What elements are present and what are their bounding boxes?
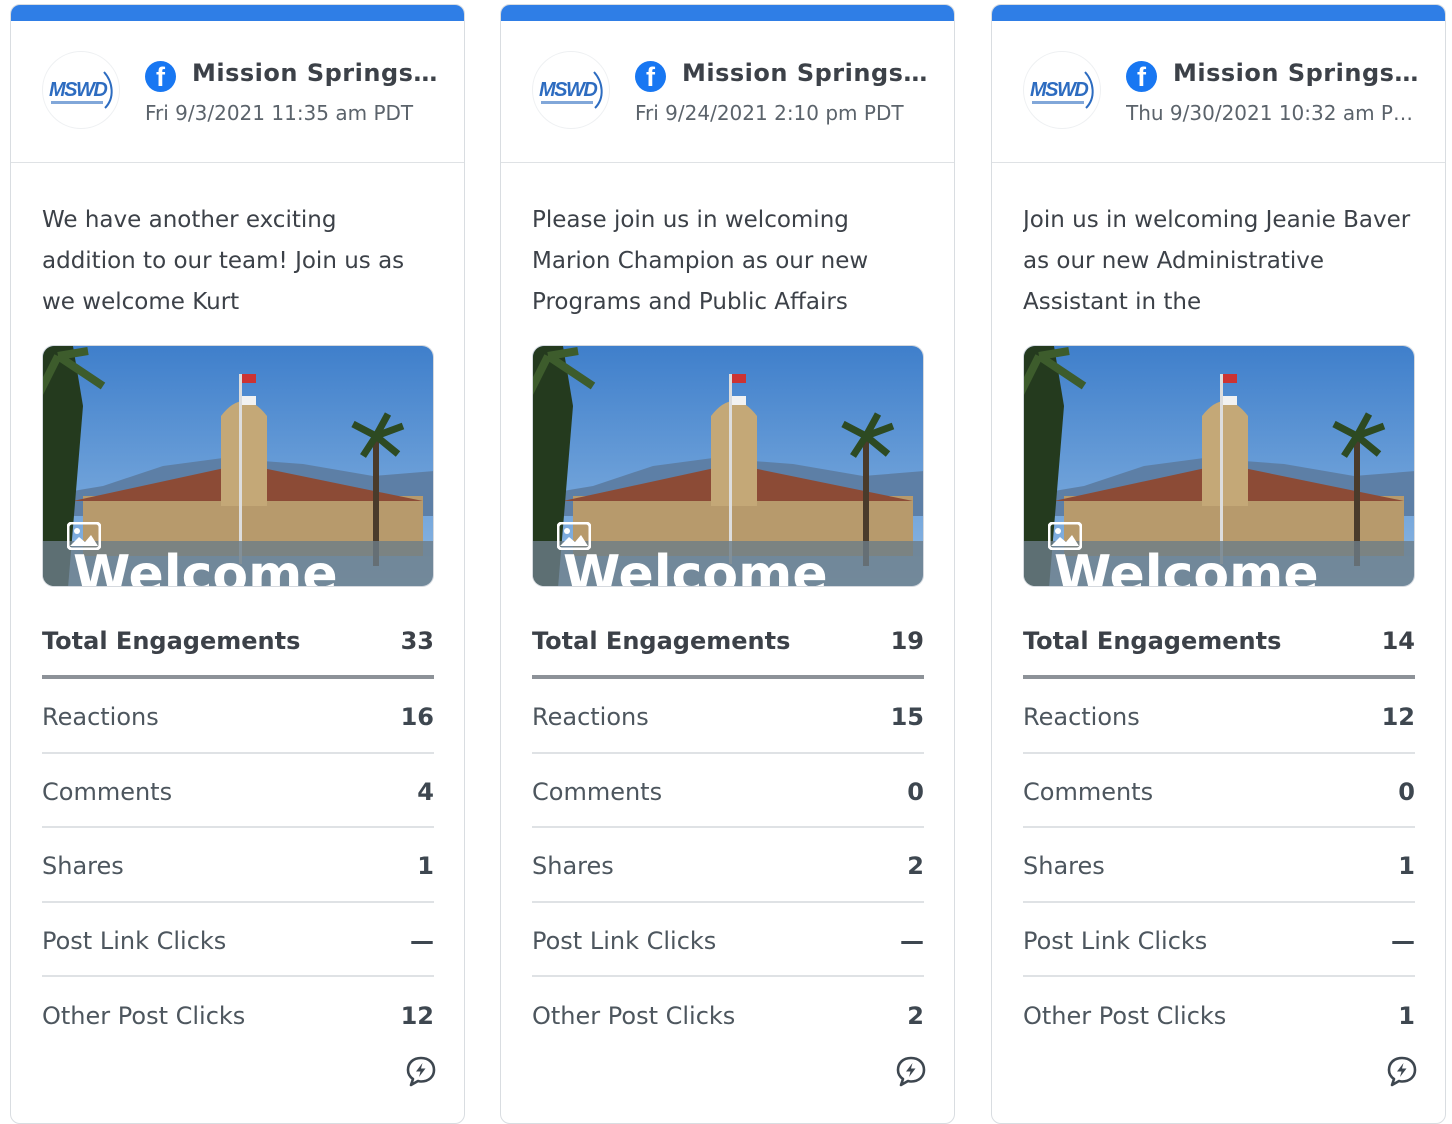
post-card[interactable]: MSWD f Mission Springs Water District Th… bbox=[991, 4, 1446, 1124]
mswd-logo: MSWD bbox=[1030, 71, 1094, 109]
card-accent-bar bbox=[11, 5, 464, 21]
post-text: Join us in welcoming Jeanie Baver as our… bbox=[1023, 200, 1415, 323]
metric-label: Comments bbox=[532, 777, 663, 806]
boost-post-icon[interactable] bbox=[405, 1055, 437, 1087]
metric-label: Shares bbox=[532, 852, 614, 881]
image-icon bbox=[557, 522, 607, 568]
image-icon bbox=[67, 522, 117, 568]
boost-post-icon[interactable] bbox=[1386, 1055, 1418, 1087]
facebook-icon: f bbox=[145, 61, 176, 92]
post-image[interactable]: Welcome bbox=[1023, 345, 1415, 587]
total-label: Total Engagements bbox=[42, 627, 301, 655]
metric-row-other-post-clicks: Other Post Clicks 12 bbox=[42, 977, 434, 1052]
metric-label: Comments bbox=[42, 777, 173, 806]
post-date: Fri 9/3/2021 11:35 am PDT bbox=[145, 101, 414, 125]
total-label: Total Engagements bbox=[1023, 627, 1282, 655]
card-accent-bar bbox=[992, 5, 1445, 21]
metric-label: Other Post Clicks bbox=[532, 1002, 736, 1031]
metric-label: Reactions bbox=[532, 703, 649, 732]
author-name[interactable]: Mission Springs Water District bbox=[192, 59, 442, 87]
metric-value: 4 bbox=[417, 777, 434, 806]
mswd-logo: MSWD bbox=[49, 71, 113, 109]
post-text: Please join us in welcoming Marion Champ… bbox=[532, 200, 924, 323]
metric-row-reactions: Reactions 16 bbox=[42, 679, 434, 754]
metric-row-reactions: Reactions 15 bbox=[532, 679, 924, 754]
metric-label: Post Link Clicks bbox=[1023, 926, 1208, 955]
total-engagements-row: Total Engagements 14 bbox=[1023, 605, 1415, 679]
metric-label: Comments bbox=[1023, 777, 1154, 806]
avatar[interactable]: MSWD bbox=[532, 51, 610, 129]
svg-text:MSWD: MSWD bbox=[539, 79, 597, 101]
post-header: MSWD f Mission Springs Water District Fr… bbox=[11, 21, 464, 163]
post-text: We have another exciting addition to our… bbox=[42, 200, 434, 323]
metric-label: Other Post Clicks bbox=[42, 1002, 246, 1031]
metric-row-comments: Comments 0 bbox=[532, 754, 924, 828]
metric-label: Other Post Clicks bbox=[1023, 1002, 1227, 1031]
metric-row-comments: Comments 4 bbox=[42, 754, 434, 828]
avatar[interactable]: MSWD bbox=[42, 51, 120, 129]
post-image[interactable]: Welcome bbox=[532, 345, 924, 587]
metric-row-other-post-clicks: Other Post Clicks 1 bbox=[1023, 977, 1415, 1052]
metric-label: Shares bbox=[1023, 852, 1105, 881]
metric-label: Shares bbox=[42, 852, 124, 881]
metric-row-post-link-clicks: Post Link Clicks — bbox=[1023, 903, 1415, 977]
total-engagements-row: Total Engagements 19 bbox=[532, 605, 924, 679]
author-name[interactable]: Mission Springs Water District bbox=[682, 59, 932, 87]
metric-value: — bbox=[410, 926, 434, 955]
metric-value: 2 bbox=[907, 852, 924, 881]
author-name[interactable]: Mission Springs Water District bbox=[1173, 59, 1423, 87]
svg-text:MSWD: MSWD bbox=[49, 79, 107, 101]
metric-value: 0 bbox=[1398, 777, 1415, 806]
facebook-icon: f bbox=[635, 61, 666, 92]
metric-value: — bbox=[900, 926, 924, 955]
metric-row-comments: Comments 0 bbox=[1023, 754, 1415, 828]
metric-label: Post Link Clicks bbox=[532, 926, 717, 955]
metric-value: 0 bbox=[907, 777, 924, 806]
avatar[interactable]: MSWD bbox=[1023, 51, 1101, 129]
total-value: 33 bbox=[400, 627, 434, 655]
metric-value: 1 bbox=[417, 852, 434, 881]
metric-value: 12 bbox=[400, 1002, 434, 1031]
metric-value: 2 bbox=[907, 1002, 924, 1031]
post-text-content: Please join us in welcoming Marion Champ… bbox=[532, 207, 869, 315]
metric-row-shares: Shares 1 bbox=[1023, 828, 1415, 903]
engagement-metrics: Total Engagements 14 Reactions 12 Commen… bbox=[1023, 605, 1415, 1052]
engagement-metrics: Total Engagements 19 Reactions 15 Commen… bbox=[532, 605, 924, 1052]
metric-value: 15 bbox=[890, 703, 924, 732]
metric-row-post-link-clicks: Post Link Clicks — bbox=[42, 903, 434, 977]
card-accent-bar bbox=[501, 5, 954, 21]
post-date: Fri 9/24/2021 2:10 pm PDT bbox=[635, 101, 904, 125]
post-date: Thu 9/30/2021 10:32 am PDT bbox=[1126, 101, 1416, 125]
svg-text:MSWD: MSWD bbox=[1030, 79, 1088, 101]
post-cards-grid: MSWD f Mission Springs Water District Fr… bbox=[0, 0, 1452, 1124]
metric-row-other-post-clicks: Other Post Clicks 2 bbox=[532, 977, 924, 1052]
metric-row-shares: Shares 2 bbox=[532, 828, 924, 903]
metric-value: 16 bbox=[400, 703, 434, 732]
metric-label: Reactions bbox=[42, 703, 159, 732]
post-image[interactable]: Welcome bbox=[42, 345, 434, 587]
metric-row-reactions: Reactions 12 bbox=[1023, 679, 1415, 754]
total-engagements-row: Total Engagements 33 bbox=[42, 605, 434, 679]
metric-label: Post Link Clicks bbox=[42, 926, 227, 955]
metric-label: Reactions bbox=[1023, 703, 1140, 732]
total-value: 14 bbox=[1381, 627, 1415, 655]
image-icon bbox=[1048, 522, 1098, 568]
boost-post-icon[interactable] bbox=[895, 1055, 927, 1087]
metric-value: — bbox=[1391, 926, 1415, 955]
post-header: MSWD f Mission Springs Water District Th… bbox=[992, 21, 1445, 163]
metric-value: 1 bbox=[1398, 852, 1415, 881]
metric-value: 12 bbox=[1381, 703, 1415, 732]
post-card[interactable]: MSWD f Mission Springs Water District Fr… bbox=[500, 4, 955, 1124]
engagement-metrics: Total Engagements 33 Reactions 16 Commen… bbox=[42, 605, 434, 1052]
total-value: 19 bbox=[890, 627, 924, 655]
metric-value: 1 bbox=[1398, 1002, 1415, 1031]
post-text-content: We have another exciting addition to our… bbox=[42, 207, 405, 315]
metric-row-shares: Shares 1 bbox=[42, 828, 434, 903]
mswd-logo: MSWD bbox=[539, 71, 603, 109]
facebook-icon: f bbox=[1126, 61, 1157, 92]
post-header: MSWD f Mission Springs Water District Fr… bbox=[501, 21, 954, 163]
total-label: Total Engagements bbox=[532, 627, 791, 655]
metric-row-post-link-clicks: Post Link Clicks — bbox=[532, 903, 924, 977]
post-card[interactable]: MSWD f Mission Springs Water District Fr… bbox=[10, 4, 465, 1124]
